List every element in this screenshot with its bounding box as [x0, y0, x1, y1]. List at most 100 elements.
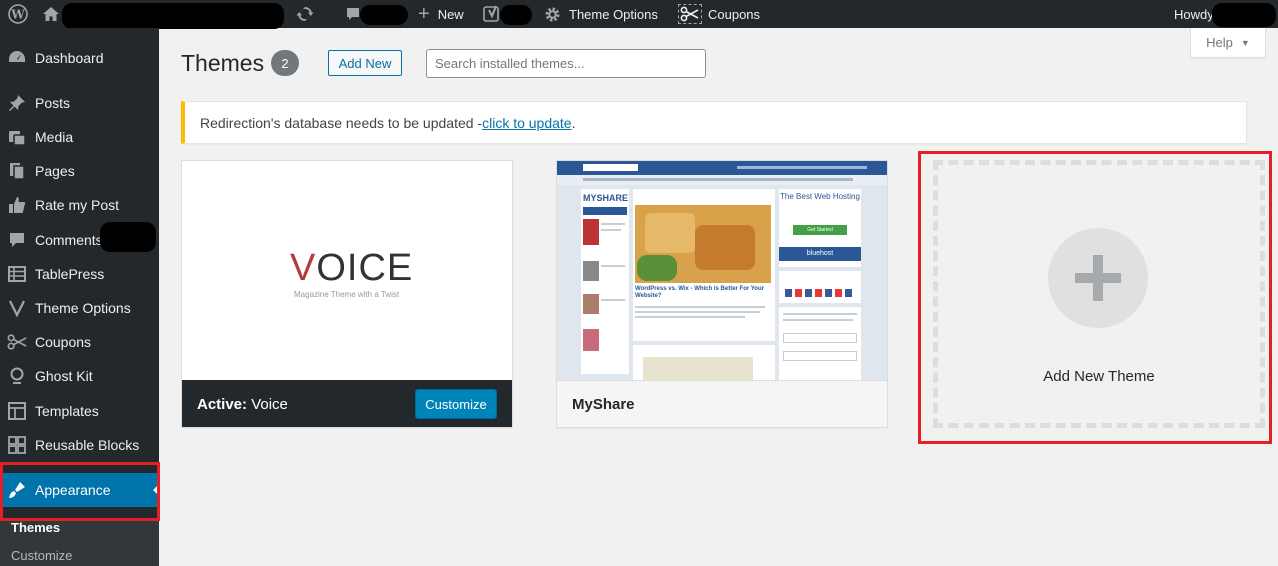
sidebar-item-label: Templates — [35, 403, 99, 419]
sidebar-item-label: Dashboard — [35, 50, 104, 66]
theme-screenshot-myshare: MYSHARE WordPress vs. Wix - Which is Bet… — [557, 161, 887, 380]
new-content-button[interactable]: + New — [418, 0, 464, 28]
redacted-comment-count — [360, 5, 408, 25]
dashboard-icon — [7, 48, 27, 68]
wordpress-logo-icon[interactable]: W — [8, 0, 28, 28]
gear-icon — [544, 6, 561, 23]
sidebar-item-reusable-blocks[interactable]: Reusable Blocks — [0, 428, 159, 462]
myshare-body: MYSHARE WordPress vs. Wix - Which is Bet… — [557, 185, 887, 380]
home-icon[interactable] — [42, 0, 60, 28]
coupons-menu[interactable]: Coupons — [678, 0, 760, 28]
yoast-icon[interactable] — [483, 0, 501, 28]
table-icon — [7, 264, 27, 284]
myshare-ad: The Best Web Hosting Get Started bluehos… — [779, 189, 861, 267]
templates-icon — [7, 401, 27, 421]
notice-text: Redirection's database needs to be updat… — [200, 114, 483, 131]
ghost-icon — [7, 366, 27, 386]
theme-card-voice[interactable]: VOICE Magazine Theme with a Twist Active… — [181, 160, 513, 428]
sidebar-item-label: Media — [35, 129, 74, 145]
myshare-article-2 — [633, 345, 775, 380]
add-new-theme-highlight-box — [918, 151, 1272, 444]
comment-icon — [7, 230, 27, 250]
appearance-highlight-box — [0, 462, 160, 521]
voice-tagline: Magazine Theme with a Twist — [294, 290, 400, 299]
theme-name-myshare: MyShare — [572, 396, 635, 413]
media-icon — [7, 127, 27, 147]
myshare-newsletter — [779, 307, 861, 380]
blocks-icon — [7, 435, 27, 455]
sidebar-item-label: TablePress — [35, 266, 105, 282]
thumbs-up-icon — [7, 195, 27, 215]
sidebar-item-label: Reusable Blocks — [35, 437, 140, 453]
active-theme-footer: Active: Voice Customize — [182, 380, 512, 427]
submenu-item-customize[interactable]: Customize — [11, 548, 72, 563]
sidebar-item-rate-my-post[interactable]: Rate my Post — [0, 188, 159, 222]
search-themes-input[interactable] — [426, 49, 706, 78]
svg-text:W: W — [10, 8, 25, 22]
new-label: New — [437, 6, 464, 22]
voice-logo-rest: OICE — [316, 247, 414, 289]
myshare-social — [779, 271, 861, 303]
theme-options-label: Theme Options — [569, 6, 658, 22]
active-label: Active: — [197, 395, 248, 413]
help-label: Help — [1206, 35, 1233, 50]
myshare-top-bar — [557, 161, 887, 175]
sidebar-item-pages[interactable]: Pages — [0, 154, 159, 188]
sidebar-item-templates[interactable]: Templates — [0, 394, 159, 428]
theme-screenshot-voice: VOICE Magazine Theme with a Twist — [182, 161, 512, 380]
food-image — [635, 205, 771, 283]
admin-bar: W + New Theme Options Coupons Howdy — [0, 0, 1278, 29]
sidebar-item-dashboard[interactable]: Dashboard — [0, 41, 159, 75]
sidebar-item-media[interactable]: Media — [0, 120, 159, 154]
sidebar-item-label: Comments — [35, 232, 103, 248]
howdy-label: Howdy — [1174, 6, 1214, 22]
theme-card-myshare[interactable]: MYSHARE WordPress vs. Wix - Which is Bet… — [556, 160, 888, 428]
comments-icon[interactable] — [345, 0, 361, 28]
pin-icon — [7, 93, 27, 113]
voice-logo: VOICE — [290, 249, 413, 287]
sidebar-item-coupons[interactable]: Coupons — [0, 325, 159, 359]
sidebar-item-tablepress[interactable]: TablePress — [0, 257, 159, 291]
submenu-item-themes[interactable]: Themes — [11, 520, 60, 535]
myshare-logo: MYSHARE — [583, 193, 629, 203]
click-to-update-link[interactable]: click to update — [482, 115, 572, 131]
redacted-comment-badge — [100, 222, 156, 252]
pages-icon — [7, 161, 27, 181]
sidebar-item-label: Coupons — [35, 334, 92, 350]
redacted-username — [1212, 3, 1276, 27]
myshare-headline: WordPress vs. Wix - Which is Better For … — [635, 286, 764, 300]
sidebar-item-posts[interactable]: Posts — [0, 86, 159, 120]
myshare-article: WordPress vs. Wix - Which is Better For … — [633, 189, 775, 341]
myshare-nav-bar — [557, 175, 887, 185]
scissors-icon — [678, 4, 702, 24]
appearance-submenu: Themes Customize — [0, 520, 159, 566]
v-logo-icon — [7, 298, 27, 318]
sidebar-item-label: Pages — [35, 163, 75, 179]
sidebar-item-theme-options[interactable]: Theme Options — [0, 291, 159, 325]
redacted-site-name — [62, 3, 284, 29]
customize-button[interactable]: Customize — [415, 389, 497, 419]
myshare-ad-brand: bluehost — [779, 247, 861, 261]
theme-name-voice: Voice — [251, 395, 288, 413]
help-tab[interactable]: Help ▼ — [1190, 28, 1266, 58]
plus-icon: + — [418, 3, 430, 25]
myshare-theme-footer: MyShare — [557, 380, 887, 427]
myshare-left-column: MYSHARE — [581, 189, 629, 374]
updates-icon[interactable] — [296, 0, 314, 28]
redirection-notice: Redirection's database needs to be updat… — [181, 101, 1247, 144]
add-new-theme-button[interactable]: Add New — [328, 50, 402, 76]
sidebar-item-label: Posts — [35, 95, 71, 111]
myshare-ad-text: The Best Web Hosting — [780, 192, 860, 201]
caret-down-icon: ▼ — [1240, 37, 1250, 48]
theme-count-badge: 2 — [271, 50, 299, 76]
sidebar-item-label: Theme Options — [35, 300, 131, 316]
account-menu[interactable]: Howdy — [1174, 0, 1214, 28]
sidebar-item-label: Ghost Kit — [35, 368, 93, 384]
redacted-yoast-count — [500, 5, 532, 25]
sidebar-item-ghost-kit[interactable]: Ghost Kit — [0, 359, 159, 393]
theme-options-menu[interactable]: Theme Options — [544, 0, 658, 28]
page-title: Themes — [181, 50, 265, 76]
sidebar-item-label: Rate my Post — [35, 197, 120, 213]
notice-suffix: . — [571, 114, 576, 131]
coupons-label: Coupons — [708, 6, 761, 22]
